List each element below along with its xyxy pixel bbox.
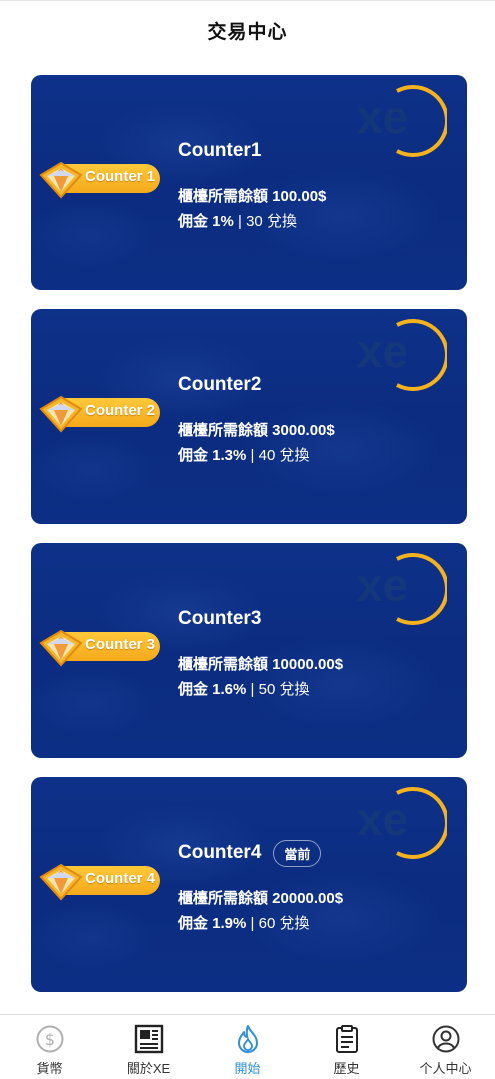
clipboard-icon: [335, 1025, 358, 1053]
svg-text:xe: xe: [357, 559, 408, 611]
xe-logo-icon: xe: [357, 787, 447, 859]
counter-badge: Counter 3: [39, 629, 163, 667]
tab-profile[interactable]: 个人中心: [396, 1015, 495, 1079]
counter-name: Counter1: [178, 140, 262, 161]
commission-info: 佣金 1.6% | 50 兌換: [178, 681, 310, 698]
svg-text:xe: xe: [357, 793, 408, 845]
tab-history[interactable]: 歷史: [297, 1015, 396, 1079]
newspaper-icon: [134, 1024, 163, 1054]
tab-start[interactable]: 開始: [198, 1015, 297, 1079]
dollar-coin-icon: $: [36, 1025, 63, 1053]
required-balance: 櫃檯所需餘額 10000.00$: [178, 656, 344, 673]
tab-about-xe[interactable]: 關於XE: [99, 1015, 198, 1079]
counter-name: Counter4: [178, 842, 262, 863]
diamond-icon: [39, 863, 83, 901]
counter-badge: Counter 4: [39, 863, 163, 901]
required-balance: 櫃檯所需餘額 100.00$: [178, 188, 327, 205]
counter-card-2[interactable]: xe Counter 2 Counter2 櫃檯所需餘額 3000.00$ 佣金…: [31, 309, 467, 524]
counter-badge: Counter 1: [39, 161, 163, 199]
diamond-icon: [39, 629, 83, 667]
counter-name: Counter2: [178, 374, 262, 395]
diamond-icon: [39, 161, 83, 199]
commission-info: 佣金 1.9% | 60 兌換: [178, 915, 310, 932]
counter-name: Counter3: [178, 608, 262, 629]
flame-icon: [237, 1025, 258, 1053]
tab-label: 个人中心: [419, 1061, 472, 1076]
user-circle-icon: [432, 1025, 459, 1053]
svg-text:$: $: [44, 1030, 54, 1049]
diamond-icon: [39, 395, 83, 433]
xe-logo-icon: xe: [357, 319, 447, 391]
counter-card-4[interactable]: xe Counter 4 Counter4 當前 櫃檯所需餘額 20000.00…: [31, 777, 467, 992]
required-balance: 櫃檯所需餘額 3000.00$: [178, 422, 335, 439]
svg-text:xe: xe: [357, 91, 408, 143]
tab-label: 歷史: [333, 1061, 360, 1076]
tab-label: 開始: [234, 1061, 261, 1076]
required-balance: 櫃檯所需餘額 20000.00$: [178, 890, 344, 907]
commission-info: 佣金 1.3% | 40 兌換: [178, 447, 310, 464]
page-header: 交易中心: [0, 0, 495, 60]
counter-card-3[interactable]: xe Counter 3 Counter3 櫃檯所需餘額 10000.00$ 佣…: [31, 543, 467, 758]
current-badge: 當前: [273, 839, 322, 867]
xe-logo-icon: xe: [357, 85, 447, 157]
counter-badge: Counter 2: [39, 395, 163, 433]
xe-logo-icon: xe: [357, 553, 447, 625]
commission-info: 佣金 1% | 30 兌換: [178, 213, 297, 230]
counter-list: xe Counter 1 Counter1 櫃檯所需餘額 100.00$ 佣金 …: [31, 75, 467, 1011]
counter-card-1[interactable]: xe Counter 1 Counter1 櫃檯所需餘額 100.00$ 佣金 …: [31, 75, 467, 290]
svg-text:xe: xe: [357, 325, 408, 377]
tab-label: 關於XE: [126, 1061, 171, 1076]
page-title: 交易中心: [207, 22, 288, 43]
bottom-tab-bar: $ 貨幣 關於XE 開始 歷史 个人中心: [0, 1014, 495, 1079]
tab-currency[interactable]: $ 貨幣: [0, 1015, 99, 1079]
tab-label: 貨幣: [36, 1061, 63, 1076]
